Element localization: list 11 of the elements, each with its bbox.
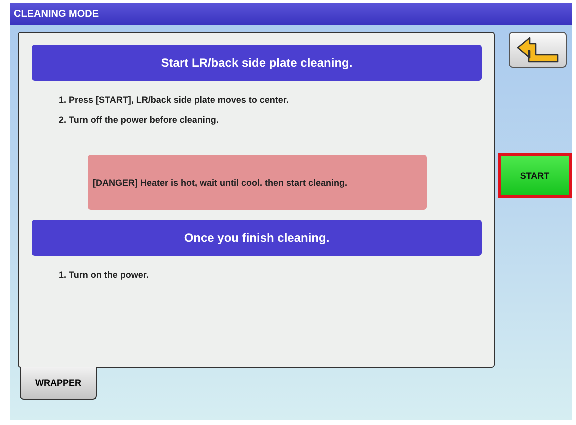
start-button[interactable]: START <box>498 153 572 198</box>
return-arrow-icon <box>516 36 560 64</box>
window-title: CLEANING MODE <box>10 3 572 25</box>
tab[interactable]: WRAPPER <box>20 367 97 400</box>
step-text: 1. Press [START], LR/back side plate moves to center. <box>59 94 290 107</box>
back-button[interactable] <box>509 32 567 68</box>
section-heading: Start LR/back side plate cleaning. <box>32 45 482 81</box>
step-text: 2. Turn off the power before cleaning. <box>59 114 220 127</box>
danger-warning: [DANGER] Heater is hot, wait until cool. then start cleaning. <box>88 155 427 210</box>
section-heading: Once you finish cleaning. <box>32 220 482 256</box>
step-text: 1. Turn on the power. <box>59 269 150 282</box>
